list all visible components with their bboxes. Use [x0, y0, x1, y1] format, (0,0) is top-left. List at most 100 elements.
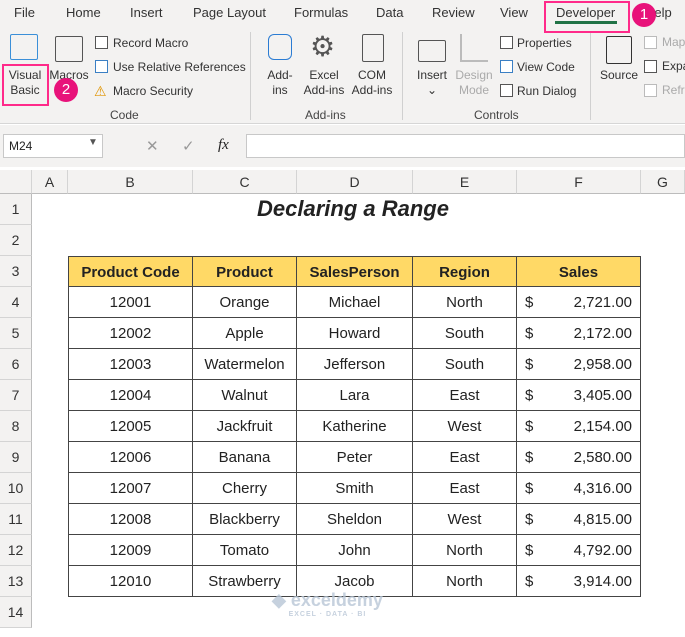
refresh-data-button[interactable]: Refr: [662, 83, 685, 97]
column-header[interactable]: B: [68, 170, 193, 194]
table-cell[interactable]: 12006: [68, 442, 193, 473]
row-header[interactable]: 12: [0, 535, 32, 566]
column-header[interactable]: C: [193, 170, 297, 194]
com-addins-button[interactable]: COM Add-ins: [348, 68, 396, 98]
table-cell-sales[interactable]: 3,914.00 $: [517, 566, 641, 597]
table-cell[interactable]: East: [413, 473, 517, 504]
select-all-corner[interactable]: [0, 170, 32, 194]
table-cell[interactable]: Peter: [297, 442, 413, 473]
tab-review[interactable]: Review: [432, 5, 475, 20]
row-header[interactable]: 9: [0, 442, 32, 473]
fx-icon[interactable]: fx: [218, 137, 229, 154]
map-properties-button[interactable]: Map: [662, 35, 685, 49]
row-header[interactable]: 4: [0, 287, 32, 318]
table-cell-sales[interactable]: 2,958.00 $: [517, 349, 641, 380]
table-cell[interactable]: Michael: [297, 287, 413, 318]
table-cell-sales[interactable]: 4,792.00 $: [517, 535, 641, 566]
tab-view[interactable]: View: [500, 5, 528, 20]
row-header[interactable]: 1: [0, 194, 32, 225]
row-header[interactable]: 13: [0, 566, 32, 597]
table-cell[interactable]: 12007: [68, 473, 193, 504]
table-cell[interactable]: Watermelon: [193, 349, 297, 380]
row-header[interactable]: 2: [0, 225, 32, 256]
table-cell[interactable]: Blackberry: [193, 504, 297, 535]
table-cell-sales[interactable]: 4,316.00 $: [517, 473, 641, 504]
properties-button[interactable]: Properties: [517, 36, 572, 50]
row-header[interactable]: 10: [0, 473, 32, 504]
table-cell[interactable]: Jackfruit: [193, 411, 297, 442]
table-cell[interactable]: Orange: [193, 287, 297, 318]
table-cell[interactable]: 12008: [68, 504, 193, 535]
column-header[interactable]: D: [297, 170, 413, 194]
table-cell-sales[interactable]: 2,172.00 $: [517, 318, 641, 349]
tab-page-layout[interactable]: Page Layout: [193, 5, 266, 20]
tab-formulas[interactable]: Formulas: [294, 5, 348, 20]
table-cell[interactable]: 12010: [68, 566, 193, 597]
table-cell[interactable]: Tomato: [193, 535, 297, 566]
table-cell[interactable]: 12002: [68, 318, 193, 349]
relative-references-button[interactable]: Use Relative References: [113, 60, 246, 74]
column-header[interactable]: G: [641, 170, 685, 194]
check-icon[interactable]: ✓: [182, 137, 195, 155]
table-cell-sales[interactable]: 2,580.00 $: [517, 442, 641, 473]
table-cell[interactable]: Sheldon: [297, 504, 413, 535]
table-cell[interactable]: West: [413, 411, 517, 442]
table-header[interactable]: Product Code: [68, 256, 193, 287]
tab-insert[interactable]: Insert: [130, 5, 163, 20]
table-cell[interactable]: North: [413, 566, 517, 597]
table-header[interactable]: SalesPerson: [297, 256, 413, 287]
formula-input[interactable]: [246, 134, 685, 158]
row-header[interactable]: 6: [0, 349, 32, 380]
column-header[interactable]: E: [413, 170, 517, 194]
excel-addins-button[interactable]: Excel Add-ins: [300, 68, 348, 98]
table-cell[interactable]: Walnut: [193, 380, 297, 411]
table-cell[interactable]: East: [413, 380, 517, 411]
table-cell-sales[interactable]: 4,815.00 $: [517, 504, 641, 535]
table-cell[interactable]: 12003: [68, 349, 193, 380]
row-header[interactable]: 5: [0, 318, 32, 349]
table-cell[interactable]: North: [413, 535, 517, 566]
row-header[interactable]: 8: [0, 411, 32, 442]
table-cell[interactable]: West: [413, 504, 517, 535]
insert-controls-button[interactable]: Insert ⌄: [412, 68, 452, 98]
table-cell[interactable]: Apple: [193, 318, 297, 349]
table-cell[interactable]: North: [413, 287, 517, 318]
expansion-packs-button[interactable]: Expa: [662, 59, 685, 73]
run-dialog-button[interactable]: Run Dialog: [517, 84, 576, 98]
design-mode-button[interactable]: Design Mode: [452, 68, 496, 98]
view-code-button[interactable]: View Code: [517, 60, 575, 74]
row-header[interactable]: 11: [0, 504, 32, 535]
row-header[interactable]: 14: [0, 597, 32, 628]
record-macro-button[interactable]: Record Macro: [113, 36, 188, 50]
table-cell-sales[interactable]: 3,405.00 $: [517, 380, 641, 411]
table-cell[interactable]: 12009: [68, 535, 193, 566]
table-cell[interactable]: Jefferson: [297, 349, 413, 380]
source-button[interactable]: Source: [598, 68, 640, 83]
table-cell[interactable]: Lara: [297, 380, 413, 411]
table-cell[interactable]: Howard: [297, 318, 413, 349]
row-header[interactable]: 3: [0, 256, 32, 287]
column-header[interactable]: F: [517, 170, 641, 194]
tab-data[interactable]: Data: [376, 5, 403, 20]
tab-file[interactable]: File: [14, 5, 35, 20]
table-cell[interactable]: East: [413, 442, 517, 473]
table-header[interactable]: Region: [413, 256, 517, 287]
table-cell[interactable]: John: [297, 535, 413, 566]
table-cell[interactable]: 12001: [68, 287, 193, 318]
tab-home[interactable]: Home: [66, 5, 101, 20]
column-header[interactable]: A: [32, 170, 68, 194]
row-header[interactable]: 7: [0, 380, 32, 411]
table-cell[interactable]: Banana: [193, 442, 297, 473]
table-cell[interactable]: Katherine: [297, 411, 413, 442]
table-cell[interactable]: South: [413, 318, 517, 349]
cancel-icon[interactable]: ✕: [146, 137, 159, 155]
macro-security-button[interactable]: Macro Security: [113, 84, 193, 98]
table-cell[interactable]: South: [413, 349, 517, 380]
table-cell-sales[interactable]: 2,721.00 $: [517, 287, 641, 318]
table-cell[interactable]: 12005: [68, 411, 193, 442]
table-header[interactable]: Product: [193, 256, 297, 287]
table-cell[interactable]: 12004: [68, 380, 193, 411]
table-cell[interactable]: Smith: [297, 473, 413, 504]
table-cell-sales[interactable]: 2,154.00 $: [517, 411, 641, 442]
addins-button[interactable]: Add-ins: [262, 68, 298, 98]
